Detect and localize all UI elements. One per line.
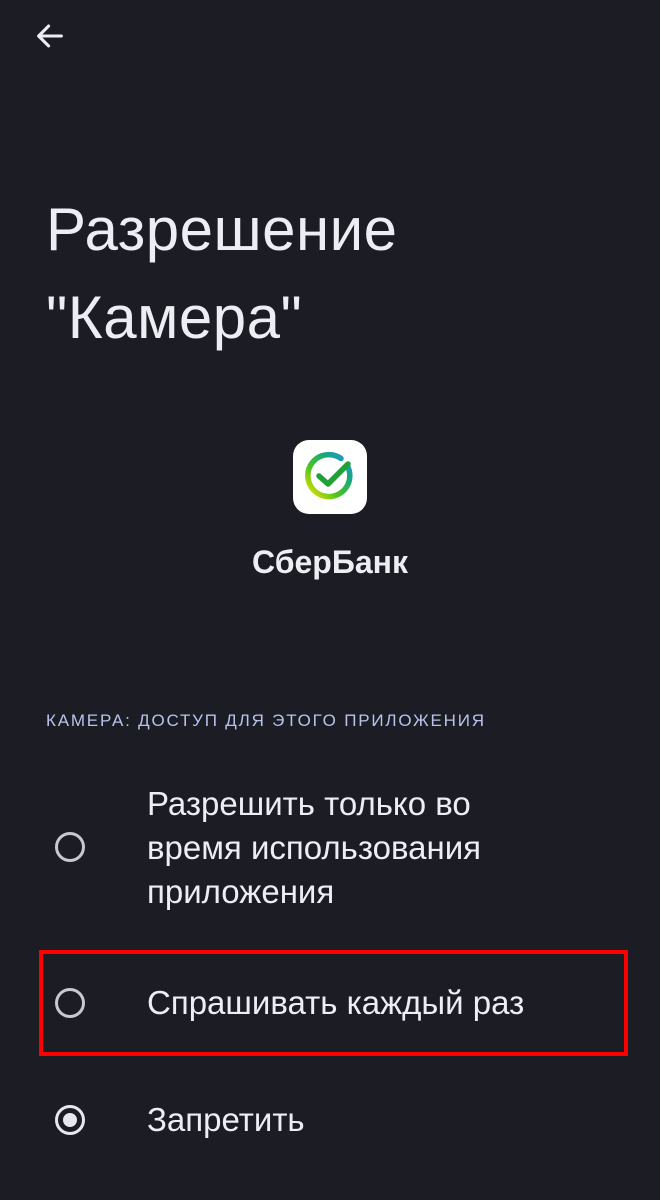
section-header: КАМЕРА: ДОСТУП ДЛЯ ЭТОГО ПРИЛОЖЕНИЯ bbox=[46, 711, 486, 730]
radio-ask-every-time[interactable] bbox=[55, 988, 85, 1018]
option-label-allow-while-using: Разрешить только во время использования … bbox=[147, 782, 597, 914]
sberbank-logo-icon bbox=[293, 440, 367, 514]
app-name: СберБанк bbox=[252, 544, 408, 580]
option-label-deny: Запретить bbox=[147, 1101, 305, 1138]
back-button[interactable] bbox=[22, 12, 78, 60]
option-label-line: Разрешить только во bbox=[147, 785, 471, 822]
radio-allow-while-using[interactable] bbox=[55, 832, 85, 862]
radio-deny[interactable] bbox=[55, 1105, 85, 1135]
sberbank-logo-graphic bbox=[305, 451, 353, 500]
option-ask-every-time[interactable]: Спрашивать каждый раз bbox=[40, 952, 626, 1056]
option-deny[interactable]: Запретить bbox=[40, 1090, 626, 1154]
page-title-line2: "Камера" bbox=[46, 284, 303, 351]
option-allow-while-using[interactable]: Разрешить только во время использования … bbox=[40, 782, 626, 912]
page-title: Разрешение "Камера" bbox=[46, 186, 626, 362]
arrow-left-icon bbox=[37, 24, 63, 48]
option-label-line: приложения bbox=[147, 873, 335, 910]
page-title-line1: Разрешение bbox=[46, 196, 398, 263]
option-label-line: время использования bbox=[147, 829, 481, 866]
option-label-ask-every-time: Спрашивать каждый раз bbox=[147, 984, 525, 1021]
